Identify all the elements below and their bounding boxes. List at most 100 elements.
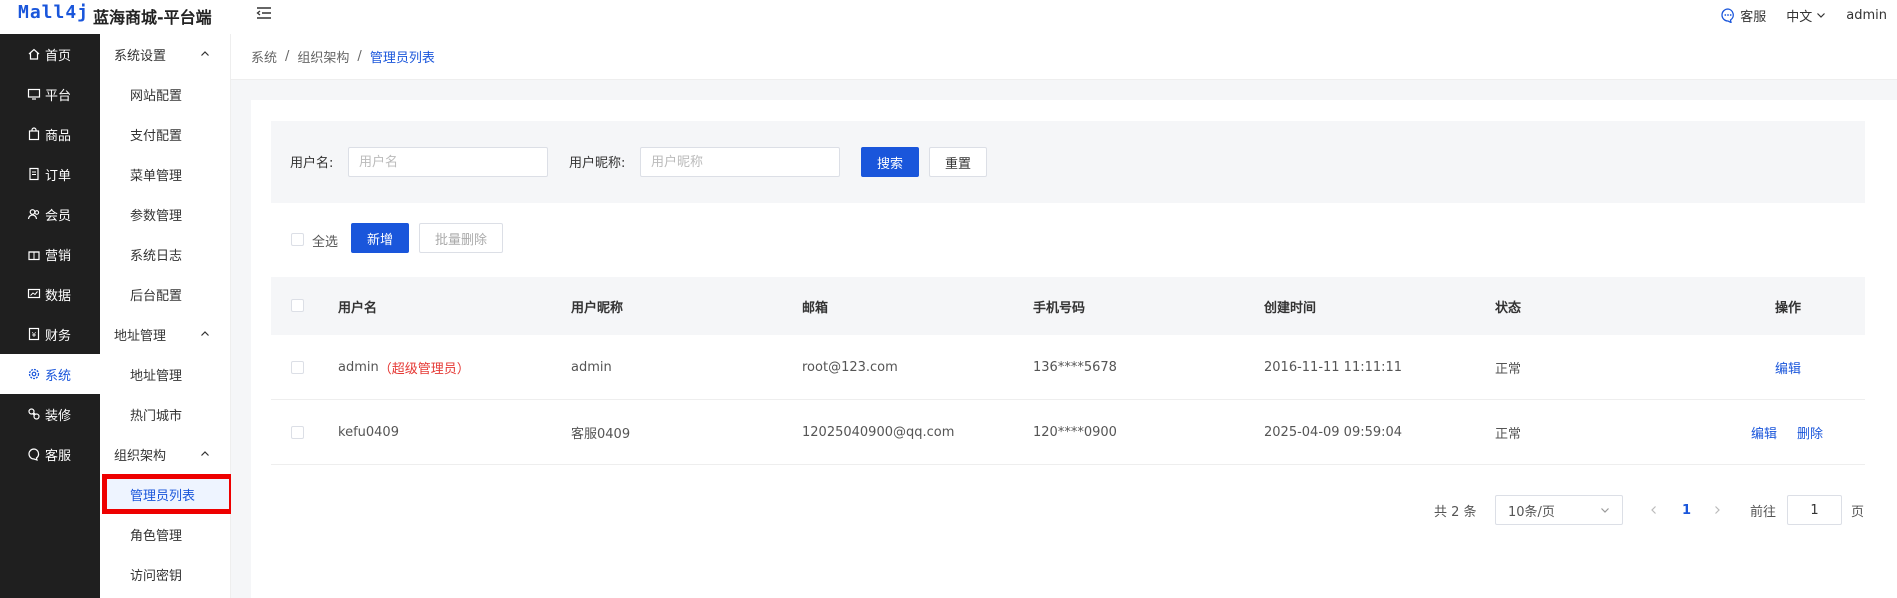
page-suffix: 页	[1851, 504, 1865, 520]
menu-item-backend-config[interactable]: 后台配置	[100, 274, 230, 314]
nav-data[interactable]: 数据	[0, 274, 100, 314]
menu-group-address[interactable]: 地址管理	[100, 314, 230, 354]
nav-label: 数据	[45, 288, 72, 304]
nav-label: 系统	[45, 368, 72, 384]
nav-label: 商品	[45, 128, 72, 144]
pagination-total: 共 2 条	[1434, 504, 1477, 520]
row-checkbox[interactable]	[291, 361, 304, 374]
col-phone: 手机号码	[1033, 300, 1086, 316]
cell-status: 正常	[1495, 426, 1522, 442]
menu-item-system-log[interactable]: 系统日志	[100, 234, 230, 274]
chevron-up-icon	[201, 331, 209, 336]
breadcrumb-separator: /	[357, 49, 362, 64]
header-checkbox[interactable]	[291, 299, 304, 312]
cell-email: root@123.com	[802, 359, 898, 375]
menu-item-access-keys[interactable]: 访问密钥	[100, 554, 230, 594]
nav-finance[interactable]: ¥ 财务	[0, 314, 100, 354]
monitor-icon	[27, 88, 41, 100]
breadcrumb-current: 管理员列表	[369, 51, 435, 66]
nav-platform[interactable]: 平台	[0, 74, 100, 114]
nav-members[interactable]: 会员	[0, 194, 100, 234]
menu-item-site-config[interactable]: 网站配置	[100, 74, 230, 114]
chevron-down-icon	[1601, 508, 1609, 513]
page-number[interactable]: 1	[1682, 495, 1691, 525]
nav-marketing[interactable]: 营销	[0, 234, 100, 274]
chevron-right-icon	[1715, 506, 1720, 514]
menu-group-organization[interactable]: 组织架构	[100, 434, 230, 474]
page-size-value: 10条/页	[1508, 504, 1555, 520]
username-label: admin	[1846, 7, 1887, 23]
select-all-label: 全选	[312, 235, 339, 250]
menu-item-hot-cities[interactable]: 热门城市	[100, 394, 230, 434]
page-size-select[interactable]: 10条/页	[1495, 495, 1623, 525]
menu-item-address-management[interactable]: 地址管理	[100, 354, 230, 394]
super-admin-tag: （超级管理员）	[378, 361, 470, 377]
breadcrumb-organization[interactable]: 组织架构	[297, 47, 349, 66]
chat-icon	[28, 448, 40, 461]
settings-icon	[28, 368, 40, 380]
menu-item-menu-management[interactable]: 菜单管理	[100, 154, 230, 194]
chevron-up-icon	[201, 51, 209, 56]
nav-label: 财务	[45, 328, 72, 344]
nav-system[interactable]: 系统	[0, 354, 100, 394]
add-button[interactable]: 新增	[351, 223, 409, 253]
nav-label: 订单	[45, 168, 72, 184]
chart-icon	[27, 288, 41, 299]
menu-group-system-settings[interactable]: 系统设置	[100, 34, 230, 74]
language-switcher[interactable]: 中文	[1786, 6, 1826, 25]
username-label: 用户名:	[290, 156, 334, 171]
svg-text:¥: ¥	[32, 331, 37, 339]
user-menu[interactable]: admin	[1846, 8, 1887, 23]
next-page-button[interactable]	[1712, 495, 1722, 525]
cell-nickname: admin	[571, 359, 612, 375]
reset-button[interactable]: 重置	[929, 147, 987, 177]
cell-created: 2016-11-11 11:11:11	[1264, 359, 1403, 375]
col-actions: 操作	[1775, 300, 1802, 316]
menu-item-admin-list[interactable]: 管理员列表	[102, 474, 234, 514]
customer-service-link[interactable]: 客服	[1720, 6, 1766, 25]
row-checkbox[interactable]	[291, 426, 304, 439]
cell-created: 2025-04-09 09:59:04	[1264, 424, 1403, 440]
nickname-search-input[interactable]	[640, 147, 840, 177]
goto-label: 前往	[1750, 504, 1777, 520]
batch-delete-button[interactable]: 批量删除	[419, 223, 503, 253]
menu-collapse-icon[interactable]	[255, 4, 273, 22]
delete-button[interactable]: 删除	[1797, 423, 1823, 442]
select-all-checkbox[interactable]	[291, 233, 304, 246]
cell-nickname: 客服0409	[571, 426, 631, 442]
nav-label: 客服	[45, 448, 72, 464]
admin-table: 用户名 用户昵称 邮箱 手机号码 创建时间 状态 操作 admin （超级管理员…	[271, 277, 1865, 465]
menu-item-payment-config[interactable]: 支付配置	[100, 114, 230, 154]
edit-button[interactable]: 编辑	[1775, 358, 1801, 377]
chat-bubble-icon	[1721, 8, 1735, 23]
nav-products[interactable]: 商品	[0, 114, 100, 154]
breadcrumb-system[interactable]: 系统	[251, 47, 277, 66]
brush-icon	[28, 408, 40, 420]
cell-email: 12025040900@qq.com	[802, 424, 955, 440]
col-created: 创建时间	[1264, 300, 1317, 316]
breadcrumb: 系统 / 组织架构 / 管理员列表	[231, 34, 1897, 80]
customer-service-label: 客服	[1740, 9, 1767, 25]
edit-button[interactable]: 编辑	[1751, 423, 1777, 442]
search-button[interactable]: 搜索	[861, 147, 919, 177]
language-label: 中文	[1786, 9, 1813, 25]
nav-label: 会员	[45, 208, 72, 224]
gift-icon	[28, 251, 40, 261]
chevron-up-icon	[201, 451, 209, 456]
menu-item-param-management[interactable]: 参数管理	[100, 194, 230, 234]
secondary-sidebar: 系统设置 网站配置 支付配置 菜单管理 参数管理 系统日志 后台配置 地址管理 …	[100, 34, 234, 598]
goto-page-input[interactable]	[1787, 495, 1842, 525]
prev-page-button[interactable]	[1649, 495, 1659, 525]
nav-orders[interactable]: 订单	[0, 154, 100, 194]
nav-home[interactable]: 首页	[0, 34, 100, 74]
logo: Mall4j	[18, 2, 90, 23]
username-search-input[interactable]	[348, 147, 548, 177]
nav-service[interactable]: 客服	[0, 434, 100, 474]
nav-decoration[interactable]: 装修	[0, 394, 100, 434]
table-row: admin （超级管理员） admin root@123.com 136****…	[271, 335, 1865, 400]
table-header: 用户名 用户昵称 邮箱 手机号码 创建时间 状态 操作	[271, 277, 1865, 335]
menu-item-role-management[interactable]: 角色管理	[100, 514, 230, 554]
nav-label: 平台	[45, 88, 72, 104]
col-username: 用户名	[338, 300, 378, 316]
chevron-down-icon	[1817, 13, 1826, 18]
